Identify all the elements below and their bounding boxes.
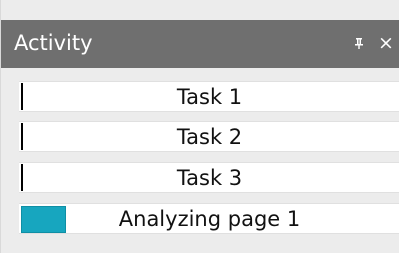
activity-panel: Activity × Task 1 Task 2 Task 3 Analyzin… xyxy=(0,0,399,253)
pin-icon xyxy=(355,38,363,49)
task-label: Task 3 xyxy=(176,166,243,190)
panel-titlebar: Activity × xyxy=(1,20,399,68)
close-icon: × xyxy=(378,32,394,54)
panel-title: Activity xyxy=(14,31,93,55)
close-button[interactable]: × xyxy=(376,31,396,55)
task-label: Analyzing page 1 xyxy=(118,207,301,231)
task-label: Task 2 xyxy=(176,125,243,149)
pin-button[interactable] xyxy=(349,31,369,55)
task-row: Task 3 xyxy=(19,162,399,193)
task-row: Task 2 xyxy=(19,121,399,152)
task-label: Task 1 xyxy=(176,85,243,109)
task-row: Task 1 xyxy=(19,81,399,112)
task-row: Analyzing page 1 xyxy=(19,203,399,234)
